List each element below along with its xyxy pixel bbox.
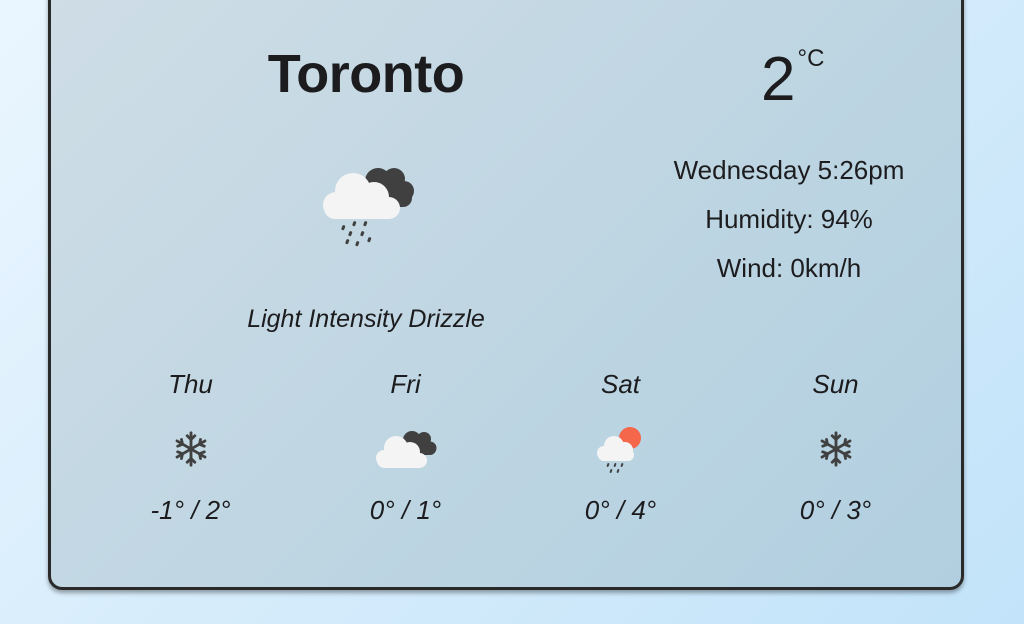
forecast-day: Sat 0° / 4°	[513, 371, 728, 523]
weather-description: Light Intensity Drizzle	[247, 305, 485, 333]
forecast-day: Thu -1° / 2°	[83, 371, 298, 523]
forecast-day-name: Thu	[168, 369, 213, 399]
weather-card: Toronto 2°C Light Intensity Drizzle Wedn…	[48, 0, 964, 590]
current-temperature: 2°C	[761, 47, 824, 111]
humidity-label: Humidity: 94%	[705, 204, 873, 234]
forecast-temps: 0° / 3°	[799, 495, 872, 525]
forecast-day: Sun 0° / 3°	[728, 371, 943, 523]
wind-label: Wind: 0km/h	[716, 253, 862, 283]
datetime-label: Wednesday 5:26pm	[673, 155, 905, 185]
sun-cloud-rain-icon	[513, 415, 728, 483]
forecast-day: Fri 0° / 1°	[298, 371, 513, 523]
forecast-day-name: Fri	[390, 369, 421, 399]
forecast-day-name: Sun	[812, 369, 859, 399]
temperature-value: 2	[761, 45, 796, 114]
snowflake-icon	[83, 415, 298, 483]
snowflake-icon	[728, 415, 943, 483]
city-name: Toronto	[267, 44, 465, 104]
forecast-row: Thu -1° / 2° Fri 0° / 1° Sat 0° / 4° Sun…	[83, 371, 943, 523]
forecast-temps: 0° / 1°	[369, 495, 442, 525]
forecast-temps: -1° / 2°	[150, 495, 231, 525]
cloudy-icon	[298, 415, 513, 483]
drizzle-cloud-icon	[316, 161, 421, 256]
forecast-day-name: Sat	[600, 369, 641, 399]
forecast-temps: 0° / 4°	[584, 495, 657, 525]
temperature-unit: °C	[797, 45, 825, 72]
weather-details: Wednesday 5:26pm Humidity: 94% Wind: 0km…	[659, 157, 919, 304]
